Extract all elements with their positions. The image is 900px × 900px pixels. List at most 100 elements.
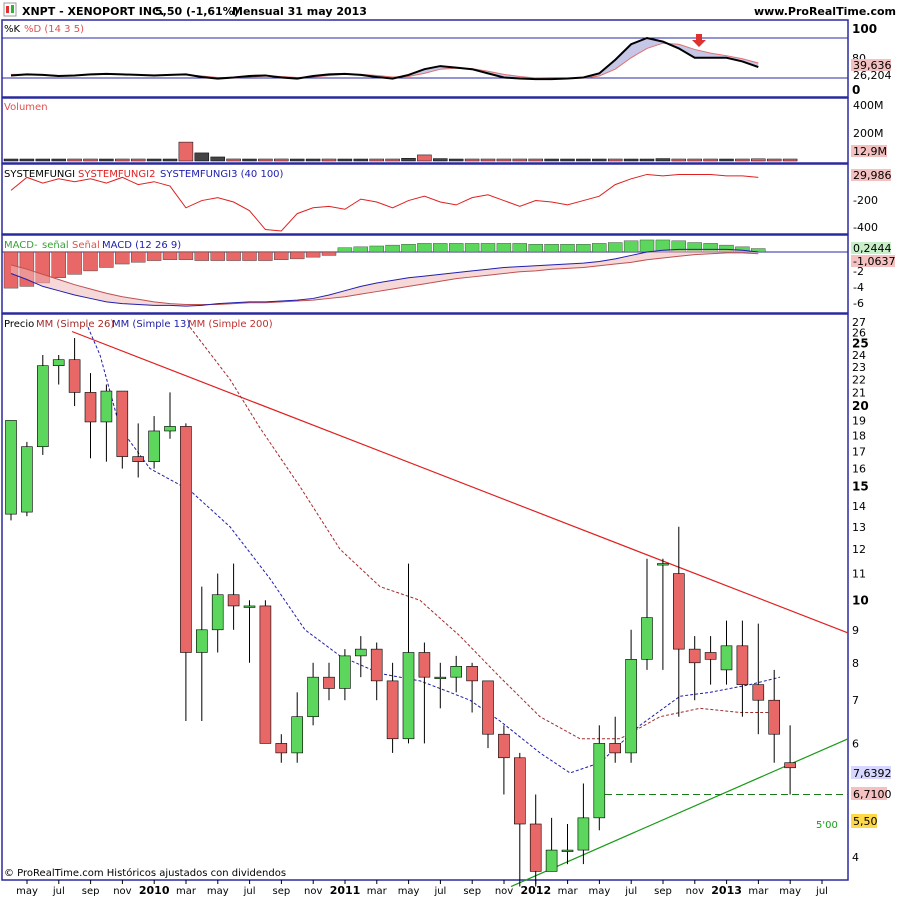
- volume-bar: [51, 158, 66, 162]
- candle-body: [720, 645, 733, 671]
- volume-bar: [751, 158, 766, 162]
- candle-body: [5, 420, 17, 515]
- candle-body: [211, 594, 224, 631]
- candle-body: [609, 743, 622, 754]
- candle-body: [688, 648, 701, 664]
- price-tick-label: 9: [852, 624, 859, 637]
- volume-bar: [623, 158, 639, 162]
- candle-body: [227, 594, 240, 607]
- macd-histogram-bar: [560, 244, 575, 253]
- sma26-value: 6,7100: [853, 788, 892, 801]
- candle-body: [84, 392, 97, 423]
- x-axis-label: may: [779, 886, 801, 897]
- macd-histogram-bar: [496, 243, 512, 253]
- volume-bar: [3, 158, 19, 162]
- volume-value: 12,9M: [853, 145, 887, 158]
- candle-body: [243, 605, 256, 608]
- last-price-value: 5,50: [853, 815, 878, 828]
- volume-bar: [512, 158, 528, 162]
- candle-body: [386, 680, 399, 740]
- volume-bar: [226, 158, 241, 162]
- candle-body: [529, 823, 542, 872]
- price-tick-label: 17: [852, 446, 866, 459]
- macd-histogram-bar: [353, 246, 368, 253]
- macd-histogram-bar: [162, 251, 178, 260]
- price-tick-label: 10: [852, 593, 869, 607]
- x-axis-label: may: [589, 886, 611, 897]
- macd-histogram-bar: [194, 251, 210, 261]
- volume-bar: [448, 158, 464, 162]
- volume-bar: [782, 158, 798, 162]
- x-axis-label: jul: [52, 886, 65, 897]
- volume-bar: [544, 158, 559, 162]
- price-tick-label: 22: [852, 373, 866, 386]
- volume-bar: [560, 158, 575, 162]
- macd-histogram-bar: [178, 251, 194, 260]
- candle-body: [736, 645, 749, 685]
- x-axis-label: sep: [273, 886, 291, 897]
- site-link[interactable]: www.ProRealTime.com: [754, 5, 896, 18]
- macd-histogram-bar: [369, 245, 384, 253]
- macd-histogram-bar: [576, 244, 591, 253]
- volume-bar: [480, 158, 496, 162]
- candle-body: [641, 617, 653, 660]
- candle-body: [370, 648, 383, 682]
- candle-body: [482, 680, 494, 735]
- volume-bar: [464, 158, 480, 162]
- volume-bar: [67, 158, 82, 162]
- volume-bar: [83, 158, 98, 162]
- candle-body: [672, 573, 685, 650]
- volume-bar: [433, 158, 448, 162]
- x-axis-label: sep: [82, 886, 100, 897]
- candle-body: [704, 652, 717, 660]
- price-tick-label: 20: [852, 399, 869, 413]
- price-tick-label: 4: [852, 851, 859, 864]
- macd-histogram-bar: [290, 251, 305, 260]
- volume-bar: [115, 158, 130, 162]
- candle-body: [784, 762, 796, 769]
- macd-histogram-bar: [623, 240, 639, 253]
- support-label: 5'00: [816, 820, 838, 831]
- macd-title-3: Señal: [72, 240, 100, 251]
- chart-background: [0, 0, 900, 900]
- period-label: Mensual 31 may 2013: [232, 5, 367, 18]
- candle-body: [36, 365, 49, 448]
- candle-body: [100, 390, 113, 423]
- candle-body: [450, 666, 463, 678]
- volume-tick-400m: 400M: [853, 99, 884, 112]
- candle-body: [418, 652, 431, 678]
- volume-bar: [655, 158, 671, 162]
- volume-bar: [639, 158, 655, 162]
- x-axis-label: sep: [654, 886, 672, 897]
- candle-body: [180, 426, 192, 653]
- macd-histogram-bar: [258, 251, 273, 261]
- volume-bar: [289, 158, 305, 162]
- fungi-title-2: SYSTEMFUNGI2: [78, 169, 155, 180]
- macd-tick-6: -6: [853, 297, 864, 310]
- x-axis-label: mar: [176, 886, 197, 897]
- candle-body: [752, 684, 765, 701]
- volume-bar: [162, 158, 178, 162]
- macd-histogram-bar: [99, 251, 114, 268]
- candle-body: [52, 359, 65, 367]
- candle-body: [21, 446, 33, 513]
- macd-title-1: MACD-: [4, 240, 38, 251]
- volume-bar: [146, 158, 162, 162]
- x-axis-label: nov: [495, 886, 513, 897]
- sma13-value: 7,6392: [853, 767, 892, 780]
- volume-bar: [274, 158, 289, 162]
- macd-histogram-bar: [639, 239, 655, 253]
- candle-body: [132, 456, 144, 462]
- macd-histogram-bar: [480, 243, 496, 253]
- volume-bar: [592, 158, 607, 162]
- macd-histogram-bar: [210, 251, 225, 261]
- price-tick-label: 23: [852, 361, 866, 374]
- macd-histogram-bar: [305, 251, 321, 258]
- volume-bar: [353, 158, 369, 162]
- macd-histogram-bar: [464, 243, 480, 253]
- macd-title-4: MACD (12 26 9): [102, 240, 181, 251]
- fungi-tick-200: -200: [853, 194, 878, 207]
- x-axis-label: may: [207, 886, 229, 897]
- x-axis-label: may: [398, 886, 420, 897]
- volume-bar: [766, 158, 782, 162]
